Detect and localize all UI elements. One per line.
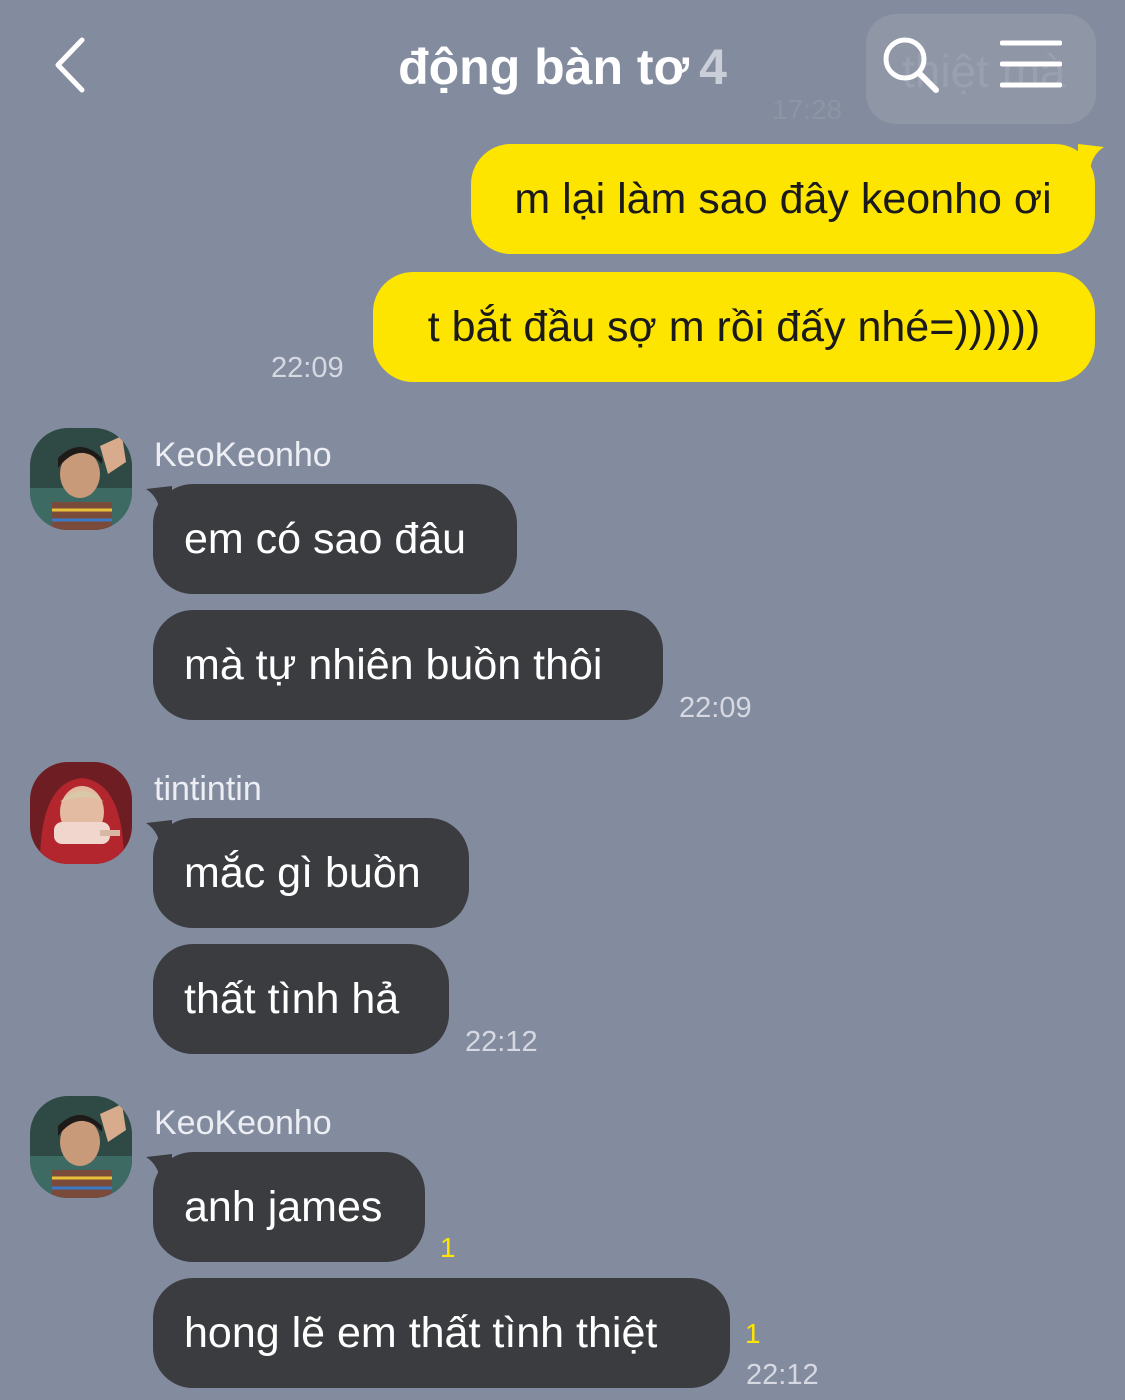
received-message-bubble[interactable]: mà tự nhiên buồn thôi [153,610,663,720]
message-text: em có sao đâu [184,514,467,563]
message-text: hong lẽ em thất tình thiệt [184,1308,658,1357]
message-text: m lại làm sao đây keonho ơi [514,174,1052,223]
my-message-bubble[interactable]: t bắt đầu sợ m rồi đấy nhé=)))))) [373,272,1095,382]
message-text: mắc gì buồn [184,848,421,897]
search-button[interactable] [880,34,942,96]
received-message-bubble[interactable]: hong lẽ em thất tình thiệt [153,1278,730,1388]
received-message-bubble[interactable]: anh james [153,1152,425,1262]
received-message-bubble[interactable]: mắc gì buồn [153,818,469,928]
avatar-image [30,428,132,530]
message-text: thất tình hả [184,974,400,1023]
avatar-tintintin[interactable] [30,762,132,864]
chat-name: động bàn tơ [398,39,690,95]
unread-count: 1 [745,1318,761,1349]
received-message-bubble[interactable]: thất tình hả [153,944,449,1054]
unread-count: 1 [440,1232,456,1263]
avatar-image [30,1096,132,1198]
message-time: 22:09 [271,352,344,384]
my-message-bubble[interactable]: m lại làm sao đây keonho ơi [471,144,1095,254]
faded-previous-time: 17:28 [772,94,843,125]
sender-name: tintintin [154,770,262,808]
chat-title: động bàn tơ 4 [0,38,1125,96]
menu-icon [999,40,1063,88]
member-count: 4 [699,39,727,95]
message-time: 22:12 [746,1359,819,1391]
sender-name: KeoKeonho [154,1104,332,1142]
avatar-keokeonho[interactable] [30,428,132,530]
search-icon [883,37,939,93]
avatar-keokeonho[interactable] [30,1096,132,1198]
sender-name: KeoKeonho [154,436,332,474]
message-text: anh james [184,1182,383,1231]
message-text: mà tự nhiên buồn thôi [184,640,603,689]
message-time: 22:12 [465,1026,538,1058]
message-text: t bắt đầu sợ m rồi đấy nhé=)))))) [427,302,1041,351]
avatar-image [30,762,132,864]
received-message-bubble[interactable]: em có sao đâu [153,484,517,594]
chat-header: thiệt mà 17:28 động bàn tơ 4 [0,0,1125,130]
message-time: 22:09 [679,692,752,724]
bubble-tail [1078,144,1104,174]
menu-button[interactable] [999,38,1063,90]
